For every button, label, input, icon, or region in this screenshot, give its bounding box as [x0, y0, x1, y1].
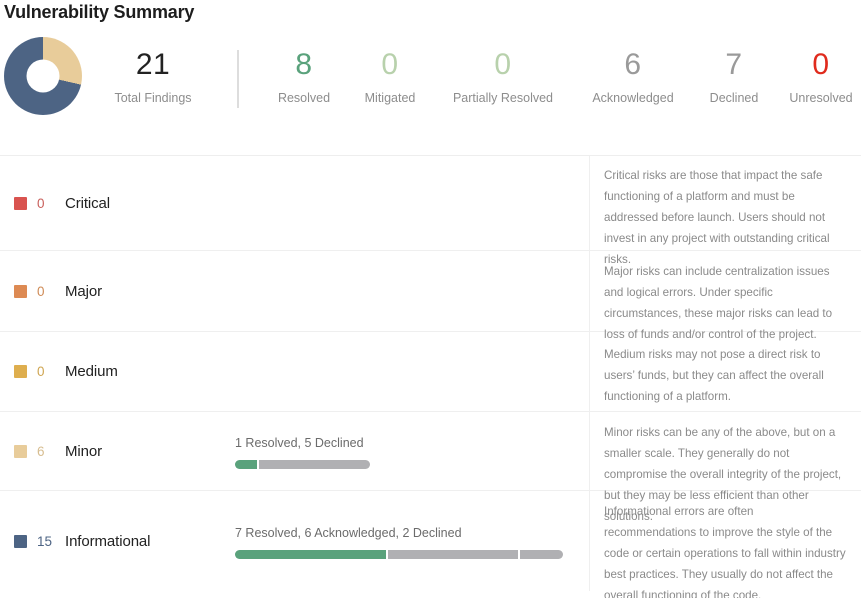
severity-progress-column: 7 Resolved, 6 Acknowledged, 2 Declined [235, 524, 589, 559]
stat-partially-resolved-label: Partially Resolved [452, 91, 554, 105]
summary-header: 21 Total Findings 8 Resolved 0 Mitigated… [0, 36, 861, 155]
severity-count: 0 [37, 195, 45, 211]
severity-description: Critical risks are those that impact the… [604, 169, 830, 266]
severity-table: 0 Critical Critical risks are those that… [0, 155, 861, 598]
severity-description: Informational errors are often recommend… [604, 505, 846, 598]
severity-progress-bar [235, 459, 370, 469]
severity-progress-column [235, 287, 589, 295]
severity-count: 15 [37, 533, 53, 549]
stat-mitigated-value: 0 [381, 48, 399, 81]
progress-bar-segment-declined [519, 549, 563, 559]
severity-row-minor-left: 6 Minor 1 Resolved, 5 Declined [0, 412, 590, 490]
severity-row-informational-left: 15 Informational 7 Resolved, 6 Acknowled… [0, 491, 590, 591]
stat-total-findings-value: 21 [135, 48, 171, 81]
severity-name: Critical [65, 194, 111, 212]
stat-declined-label: Declined [709, 91, 759, 105]
severity-name: Medium [65, 363, 118, 380]
stat-total-findings: 21 Total Findings [88, 44, 218, 107]
progress-bar-segment-declined [259, 459, 370, 469]
progress-bar-segment-resolved [235, 459, 258, 469]
findings-donut-chart [4, 37, 82, 115]
stat-acknowledged: 6 Acknowledged [572, 44, 694, 107]
vulnerability-summary-page: Vulnerability Summary 21 Total Findings … [0, 0, 861, 598]
severity-progress-column [235, 368, 589, 376]
stat-declined-value: 7 [725, 48, 743, 81]
severity-description: Minor risks can be any of the above, but… [604, 426, 842, 523]
severity-description: Major risks can include centralization i… [604, 265, 833, 341]
severity-row-critical-left: 0 Critical [0, 156, 590, 250]
severity-count: 0 [37, 283, 45, 299]
donut-hole [26, 59, 60, 93]
severity-status-text: 1 Resolved, 5 Declined [235, 435, 364, 450]
severity-count: 0 [37, 364, 45, 379]
severity-name: Informational [65, 532, 151, 550]
stat-declined: 7 Declined [692, 44, 776, 107]
stat-resolved: 8 Resolved [252, 44, 356, 107]
table-row[interactable]: 6 Minor 1 Resolved, 5 Declined Minor ris… [0, 412, 861, 523]
severity-row-major-left: 0 Major [0, 251, 590, 331]
table-row[interactable]: 15 Informational 7 Resolved, 6 Acknowled… [0, 491, 861, 598]
stat-unresolved-label: Unresolved [789, 91, 853, 105]
severity-color-swatch-icon [14, 534, 27, 548]
severity-color-swatch-icon [14, 284, 27, 298]
severity-color-swatch-icon [14, 444, 27, 458]
stat-acknowledged-label: Acknowledged [592, 91, 674, 105]
header-vertical-divider [237, 50, 239, 108]
severity-color-swatch-icon [14, 365, 27, 378]
severity-progress-column [235, 199, 589, 207]
page-title: Vulnerability Summary [4, 2, 195, 22]
table-row[interactable]: 0 Critical Critical risks are those that… [0, 156, 861, 266]
stat-resolved-label: Resolved [277, 91, 331, 105]
severity-name: Minor [65, 442, 103, 460]
severity-count: 6 [37, 443, 45, 459]
table-row[interactable]: 0 Major Major risks can include centrali… [0, 251, 861, 341]
stat-mitigated: 0 Mitigated [348, 44, 432, 107]
severity-row-medium-left: 0 Medium [0, 332, 590, 411]
severity-status-text: 7 Resolved, 6 Acknowledged, 2 Declined [235, 525, 462, 540]
severity-name: Major [65, 282, 103, 300]
severity-color-swatch-icon [14, 196, 27, 210]
stat-acknowledged-value: 6 [624, 48, 642, 81]
severity-progress-bar [235, 549, 563, 559]
progress-bar-segment-acknowledged [388, 549, 518, 559]
stat-unresolved-value: 0 [812, 48, 830, 81]
stat-unresolved: 0 Unresolved [776, 44, 861, 107]
severity-description: Medium risks may not pose a direct risk … [604, 348, 824, 403]
stat-mitigated-label: Mitigated [364, 91, 416, 105]
progress-bar-segment-resolved [235, 549, 387, 559]
severity-progress-column: 1 Resolved, 5 Declined [235, 434, 589, 469]
stat-partially-resolved-value: 0 [494, 48, 512, 81]
stat-resolved-value: 8 [295, 48, 313, 81]
table-row[interactable]: 0 Medium Medium risks may not pose a dir… [0, 332, 861, 412]
stat-total-findings-label: Total Findings [114, 91, 192, 105]
stat-partially-resolved: 0 Partially Resolved [432, 44, 574, 107]
